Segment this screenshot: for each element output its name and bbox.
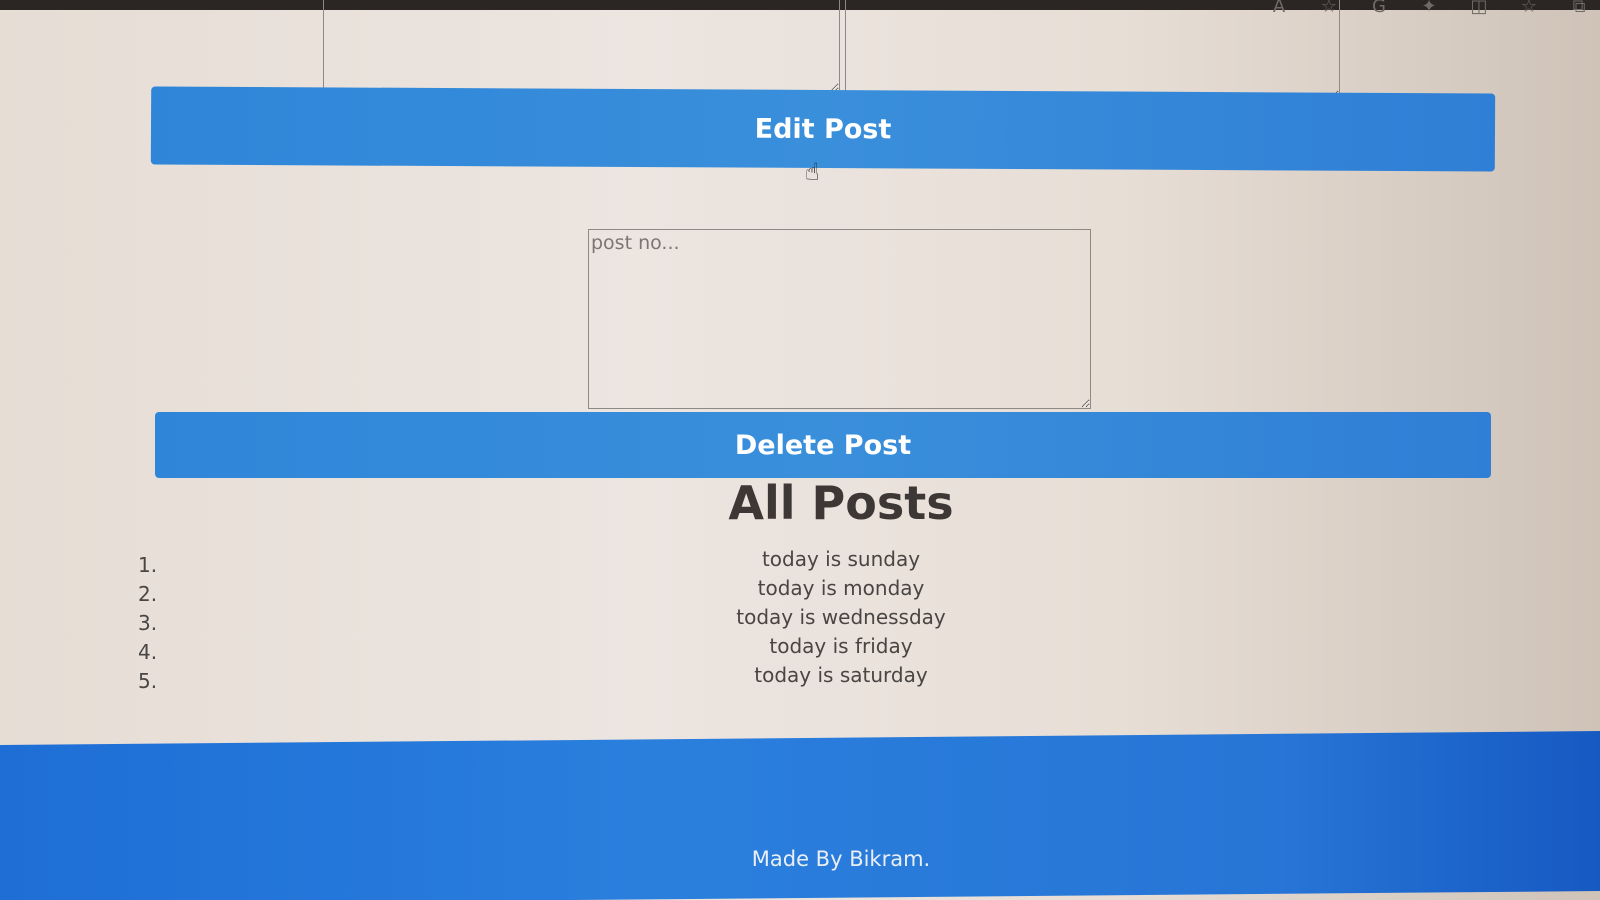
post-text: today is friday bbox=[769, 634, 913, 658]
post-text: today is saturday bbox=[754, 663, 928, 687]
list-item: 5. today is saturday bbox=[0, 663, 1600, 693]
post-number: 5. bbox=[138, 669, 158, 693]
grammarly-icon[interactable]: G bbox=[1368, 0, 1390, 17]
page: A ☆ G ✦ ◫ ☆ ⧉ Edit Post ☝ Delete Post Al… bbox=[0, 0, 1600, 900]
top-right-textarea[interactable] bbox=[845, 0, 1340, 100]
list-item: 2. today is monday bbox=[0, 576, 1600, 606]
delete-post-button[interactable]: Delete Post bbox=[155, 412, 1491, 478]
hand-cursor-icon: ☝ bbox=[805, 158, 820, 186]
footer-credit: Made By Bikram. bbox=[751, 847, 931, 871]
post-text: today is wednessday bbox=[736, 605, 946, 629]
posts-list: 1. today is sunday 2. today is monday 3.… bbox=[0, 547, 1600, 693]
top-left-textarea[interactable] bbox=[323, 0, 840, 93]
post-number: 2. bbox=[138, 582, 158, 606]
post-number-input[interactable] bbox=[588, 229, 1091, 409]
collections-icon[interactable]: ⧉ bbox=[1568, 0, 1590, 17]
extensions-icon[interactable]: ✦ bbox=[1418, 0, 1440, 17]
post-number: 4. bbox=[138, 640, 158, 664]
favorites-list-icon[interactable]: ☆ bbox=[1518, 0, 1540, 17]
post-number: 1. bbox=[138, 553, 158, 577]
post-number: 3. bbox=[138, 611, 158, 635]
post-text: today is sunday bbox=[761, 547, 921, 571]
post-text: today is monday bbox=[757, 576, 925, 600]
footer bbox=[0, 731, 1600, 900]
list-item: 1. today is sunday bbox=[0, 547, 1600, 577]
split-screen-icon[interactable]: ◫ bbox=[1468, 0, 1490, 17]
edit-post-button[interactable]: Edit Post bbox=[150, 86, 1496, 172]
list-item: 4. today is friday bbox=[0, 634, 1600, 664]
all-posts-heading: All Posts bbox=[728, 476, 954, 530]
list-item: 3. today is wednessday bbox=[0, 605, 1600, 635]
